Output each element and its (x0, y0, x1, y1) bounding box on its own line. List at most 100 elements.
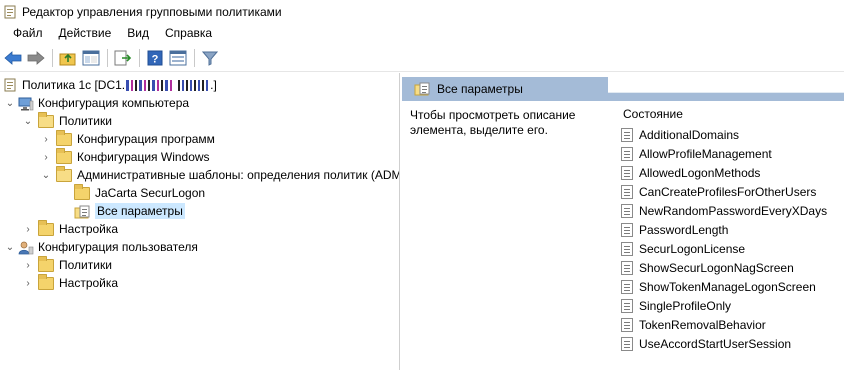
policy-setting-icon (621, 146, 633, 161)
tree-label-user-preferences: Настройка (59, 276, 119, 290)
policy-setting-icon (621, 260, 633, 275)
policy-setting-icon (621, 184, 633, 199)
setting-name: UseAccordStartUserSession (639, 336, 792, 351)
folder-icon (56, 129, 72, 146)
menu-file[interactable]: Файл (7, 26, 49, 40)
chevron-down-icon[interactable]: ⌄ (4, 97, 16, 109)
redacted-domain-name (178, 79, 211, 91)
setting-name: ShowSecurLogonNagScreen (639, 260, 794, 275)
column-header-state[interactable]: Состояние (623, 107, 683, 121)
folder-icon (38, 255, 54, 272)
export-list-icon[interactable] (113, 48, 133, 68)
setting-item[interactable]: ShowSecurLogonNagScreen (621, 258, 794, 277)
properties-icon[interactable] (168, 48, 188, 68)
folder-open-icon (38, 111, 54, 128)
toolbar-separator (139, 48, 140, 67)
setting-item[interactable]: SingleProfileOnly (621, 296, 731, 315)
tree-label-all-settings: Все параметры (95, 203, 185, 219)
tree-label-gpo-root: Политика 1c [DC1. (22, 78, 126, 92)
gpo-editor-app-icon (4, 5, 16, 19)
folder-icon (38, 219, 54, 236)
tree-label-preferences: Настройка (59, 222, 119, 236)
show-hide-tree-icon[interactable] (81, 48, 101, 68)
policy-setting-icon (621, 298, 633, 313)
menu-bar: Файл Действие Вид Справка (0, 23, 844, 43)
tree-label-gpo-root-suffix: .] (210, 78, 217, 92)
tree-item-policies[interactable]: ⌄ Политики (22, 111, 112, 130)
menu-action[interactable]: Действие (53, 26, 118, 40)
all-settings-folder-icon (414, 82, 430, 96)
setting-name: TokenRemovalBehavior (639, 317, 766, 332)
tree-label-windows-settings: Конфигурация Windows (77, 150, 210, 164)
setting-item[interactable]: SecurLogonLicense (621, 239, 745, 258)
toolbar: ? (0, 44, 844, 72)
setting-item[interactable]: AdditionalDomains (621, 125, 739, 144)
setting-name: ShowTokenManageLogonScreen (639, 279, 816, 294)
help-icon[interactable]: ? (145, 48, 165, 68)
back-arrow-icon[interactable] (3, 48, 23, 68)
tree-label-computer-config: Конфигурация компьютера (38, 96, 190, 110)
setting-item[interactable]: NewRandomPasswordEveryXDays (621, 201, 827, 220)
setting-item[interactable]: CanCreateProfilesForOtherUsers (621, 182, 816, 201)
chevron-down-icon[interactable]: ⌄ (40, 169, 52, 181)
policy-setting-icon (621, 241, 633, 256)
tree-item-computer-config[interactable]: ⌄ Конфигурация компьютера (4, 94, 189, 112)
setting-item[interactable]: PasswordLength (621, 220, 728, 239)
forward-arrow-icon[interactable] (26, 48, 46, 68)
chevron-down-icon[interactable]: ⌄ (22, 115, 34, 127)
tree-item-preferences[interactable]: › Настройка (22, 219, 119, 238)
details-pane-header: Все параметры (402, 77, 608, 101)
filter-icon[interactable] (200, 48, 220, 68)
tree-item-user-policies[interactable]: › Политики (22, 255, 112, 274)
chevron-right-icon[interactable]: › (22, 259, 34, 271)
setting-item[interactable]: AllowProfileManagement (621, 144, 772, 163)
tree-item-user-config[interactable]: ⌄ Конфигурация пользователя (4, 238, 198, 256)
tree-item-software-settings[interactable]: › Конфигурация программ (40, 129, 215, 148)
details-pane: Все параметры Чтобы просмотреть описание… (402, 73, 844, 370)
description-text: Чтобы просмотреть описание элемента, выд… (410, 108, 576, 137)
all-settings-folder-icon (74, 205, 90, 218)
policy-setting-icon (621, 279, 633, 294)
policy-setting-icon (621, 222, 633, 237)
setting-item[interactable]: ShowTokenManageLogonScreen (621, 277, 816, 296)
setting-item[interactable]: AllowedLogonMethods (621, 163, 760, 182)
tree-item-jacarta[interactable]: JaCarta SecurLogon (58, 183, 206, 202)
chevron-right-icon[interactable]: › (22, 223, 34, 235)
policy-setting-icon (621, 127, 633, 142)
user-icon (18, 241, 34, 254)
window-title: Редактор управления групповыми политикам… (22, 4, 282, 19)
setting-item[interactable]: TokenRemovalBehavior (621, 315, 766, 334)
policy-setting-icon (621, 165, 633, 180)
menu-view[interactable]: Вид (121, 26, 155, 40)
tree-item-windows-settings[interactable]: › Конфигурация Windows (40, 147, 210, 166)
chevron-right-icon[interactable]: › (40, 151, 52, 163)
chevron-right-icon[interactable]: › (40, 133, 52, 145)
policy-setting-icon (621, 317, 633, 332)
setting-name: AdditionalDomains (639, 127, 740, 142)
tree-item-gpo-root[interactable]: Политика 1c [DC1. .] (4, 76, 217, 94)
up-folder-icon[interactable] (58, 48, 78, 68)
chevron-down-icon[interactable]: ⌄ (4, 241, 16, 253)
setting-name: CanCreateProfilesForOtherUsers (639, 184, 817, 199)
tree-label-software-settings: Конфигурация программ (77, 132, 215, 146)
computer-icon (18, 97, 34, 110)
tree-item-all-settings[interactable]: Все параметры (58, 202, 185, 220)
menu-help[interactable]: Справка (159, 26, 218, 40)
setting-name: PasswordLength (639, 222, 729, 237)
toolbar-separator (194, 48, 195, 67)
tree-item-user-preferences[interactable]: › Настройка (22, 273, 119, 292)
folder-icon (38, 273, 54, 290)
chevron-right-icon[interactable]: › (22, 277, 34, 289)
setting-name: AllowProfileManagement (639, 146, 772, 161)
setting-name: AllowedLogonMethods (639, 165, 761, 180)
tree-label-jacarta: JaCarta SecurLogon (95, 186, 206, 200)
setting-item[interactable]: UseAccordStartUserSession (621, 334, 791, 353)
policy-setting-icon (621, 336, 633, 351)
title-bar: Редактор управления групповыми политикам… (0, 0, 844, 23)
tree-item-admin-templates[interactable]: ⌄ Административные шаблоны: определения … (40, 165, 399, 184)
toolbar-separator (107, 48, 108, 67)
tree-label-user-config: Конфигурация пользователя (38, 240, 198, 254)
gpo-document-icon (4, 78, 16, 92)
